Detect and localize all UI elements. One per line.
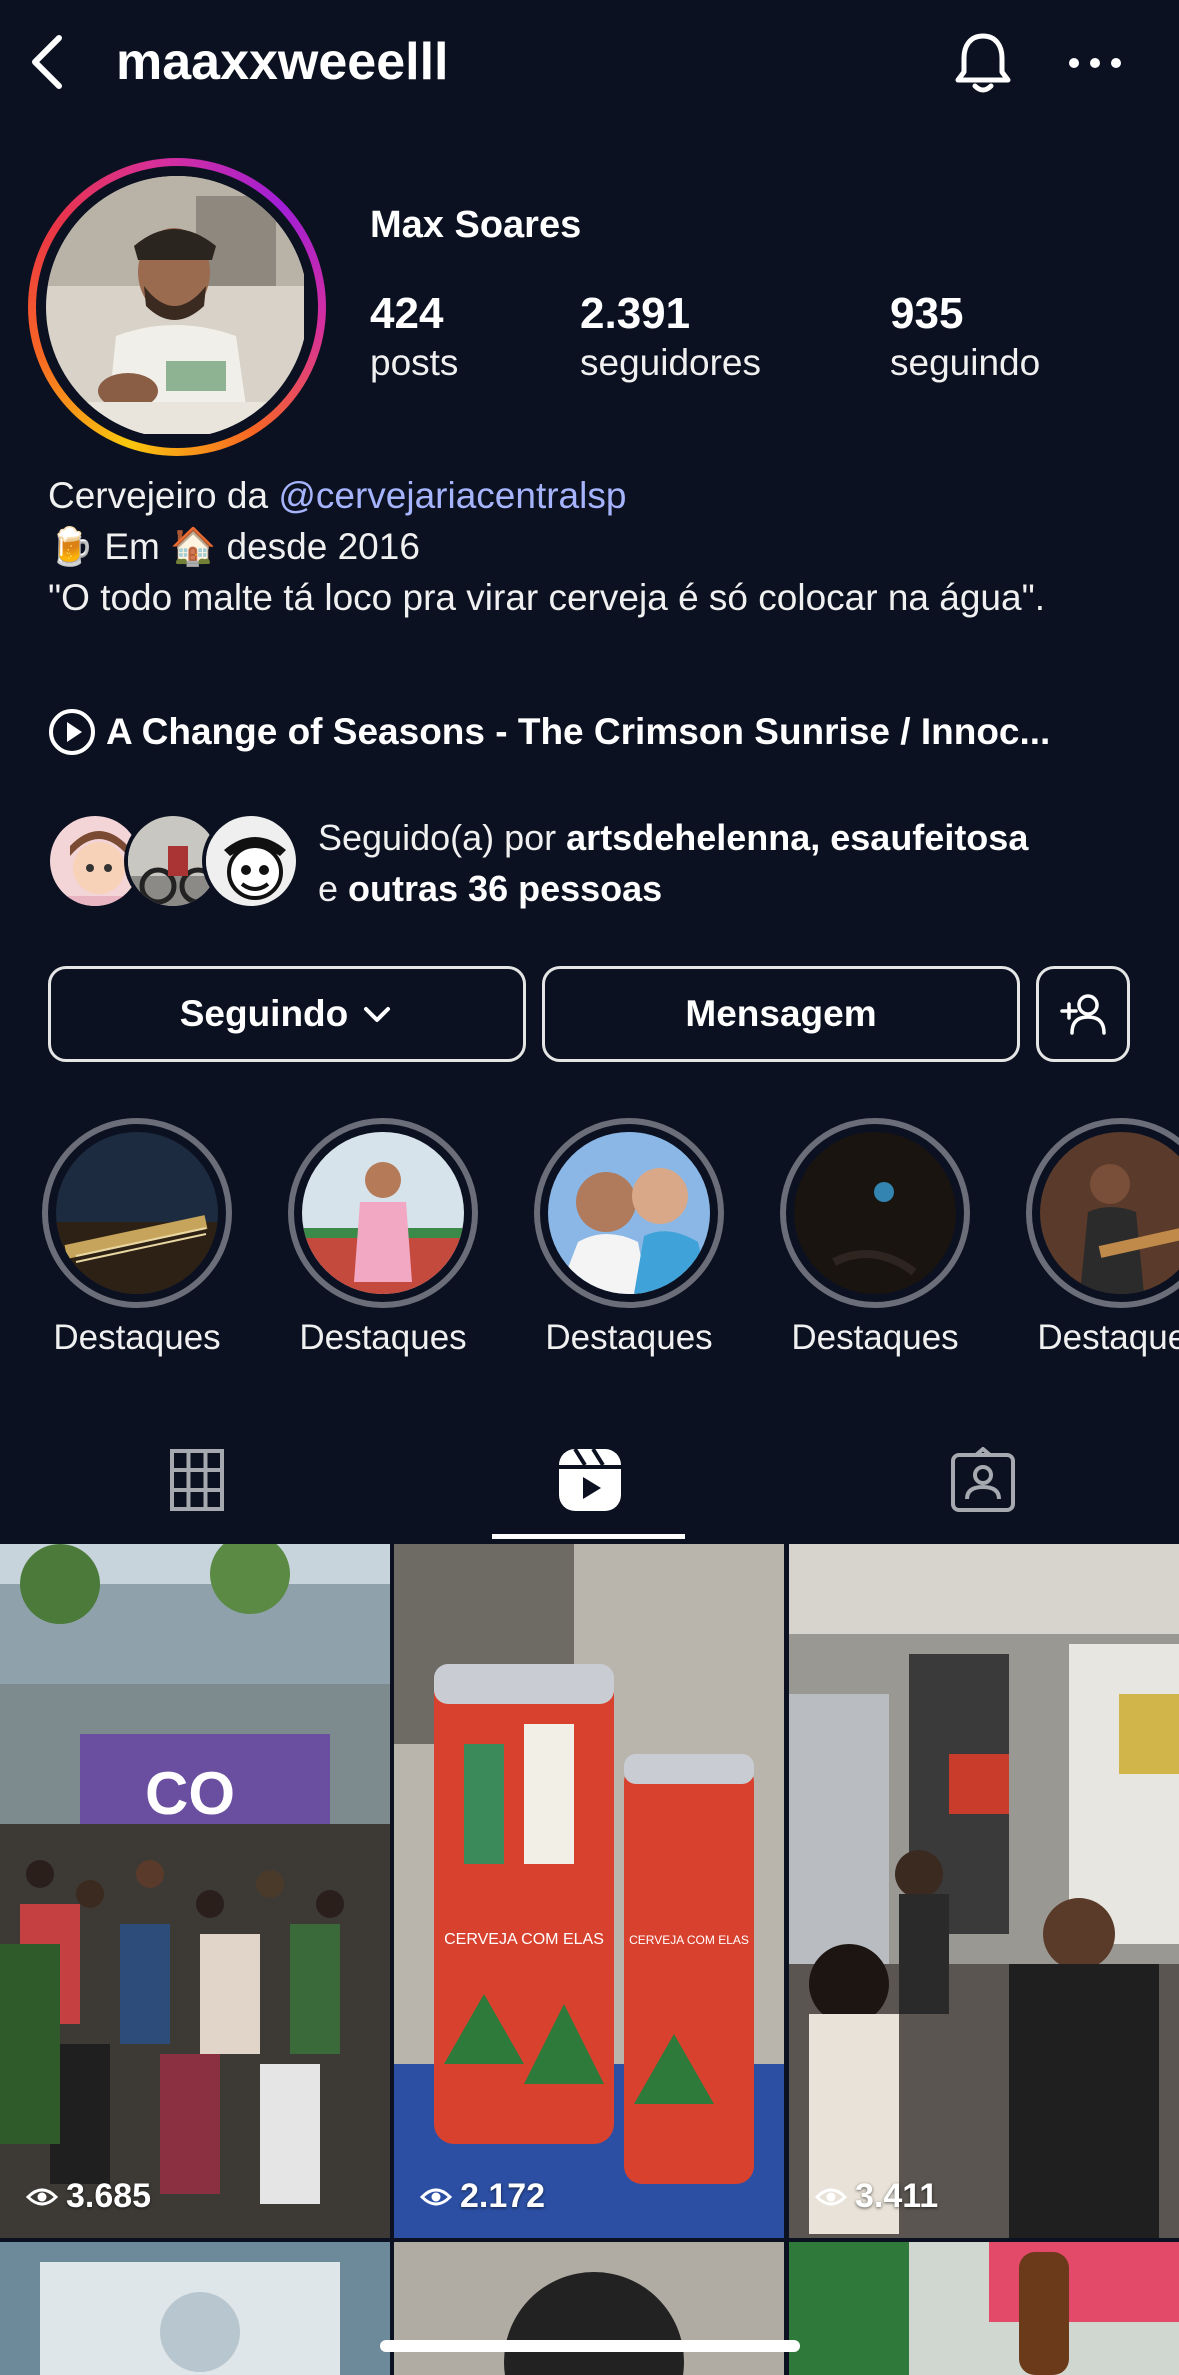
profile-music[interactable]: A Change of Seasons - The Crimson Sunris… (48, 708, 1050, 756)
profile-page: maaxxweeelll Max Soares 424 posts 2.391 … (0, 0, 1179, 2375)
reel-view-count: 2.172 (420, 2177, 545, 2216)
tab-reels[interactable] (393, 1420, 786, 1540)
tab-tagged[interactable] (786, 1420, 1179, 1540)
followed-by-text: Seguido(a) por artsdehelenna, esaufeitos… (318, 812, 1028, 914)
profile-bio: Cervejeiro da @cervejariacentralsp 🍺 Em … (48, 470, 1138, 623)
avatar (46, 176, 308, 438)
reel-view-count: 3.685 (26, 2177, 151, 2216)
bell-icon (955, 33, 1011, 93)
svg-text:CO: CO (145, 1760, 235, 1827)
profile-full-name: Max Soares (370, 204, 582, 246)
reel-thumbnail[interactable] (789, 2242, 1179, 2375)
eye-icon (26, 2188, 58, 2205)
followed-by-names: artsdehelenna, esaufeitosa (566, 817, 1029, 858)
reel-thumbnail[interactable]: 3.411 (789, 1544, 1179, 2238)
message-button-label: Mensagem (685, 993, 877, 1034)
highlight-label: Destaques (1037, 1318, 1179, 1357)
chevron-left-icon (32, 35, 62, 89)
reel-views-value: 3.685 (66, 2177, 152, 2215)
reel-thumbnail[interactable] (394, 2242, 784, 2375)
message-button[interactable]: Mensagem (542, 966, 1020, 1062)
reel-views-value: 3.411 (855, 2177, 939, 2215)
highlight-label: Destaques (53, 1318, 221, 1357)
music-track-title: A Change of Seasons - The Crimson Sunris… (106, 711, 1051, 752)
add-person-icon (1060, 994, 1106, 1035)
reel-thumbnail[interactable]: CO 3.685 (0, 1544, 390, 2238)
grid-icon (169, 1449, 224, 1511)
stat-followers-value: 2.391 (580, 289, 691, 338)
story-highlight[interactable]: Destaques (1026, 1118, 1179, 1357)
bio-text: Em (94, 526, 171, 567)
followed-by-connector: e (318, 868, 349, 909)
more-options-button[interactable] (1060, 28, 1130, 98)
highlight-cover (56, 1132, 218, 1294)
reel-thumbnail[interactable] (0, 2242, 390, 2375)
home-indicator[interactable] (380, 2340, 800, 2352)
highlight-label: Destaques (791, 1318, 959, 1357)
following-button[interactable]: Seguindo (48, 966, 526, 1062)
eye-icon (815, 2188, 847, 2205)
stat-posts-label: posts (370, 342, 459, 383)
story-highlight[interactable]: Destaques (780, 1118, 970, 1357)
stat-posts-value: 424 (370, 289, 444, 338)
bio-mention-link[interactable]: @cervejariacentralsp (278, 475, 626, 516)
house-emoji: 🏠 (170, 526, 217, 567)
stat-followers-label: seguidores (580, 342, 762, 383)
reel-views-value: 2.172 (460, 2177, 546, 2215)
active-tab-indicator (492, 1534, 685, 1539)
header: maaxxweeelll (0, 0, 1179, 130)
svg-text:CERVEJA COM ELAS: CERVEJA COM ELAS (629, 1933, 749, 1947)
highlight-cover (548, 1132, 710, 1294)
ellipsis-icon (1069, 58, 1121, 68)
profile-tabs (0, 1420, 1179, 1540)
followed-by-prefix: Seguido(a) por (318, 817, 567, 858)
highlight-label: Destaques (545, 1318, 713, 1357)
tagged-icon (950, 1447, 1015, 1512)
stat-followers[interactable]: 2.391 seguidores (580, 288, 761, 386)
profile-avatar-story-ring[interactable] (28, 158, 326, 456)
chevron-down-icon (364, 1007, 391, 1022)
bio-text: desde 2016 (216, 526, 420, 567)
bio-quote: "O todo malte tá loco pra virar cerveja … (48, 577, 1045, 618)
reel-thumbnail[interactable]: CERVEJA COM ELAS CERVEJA COM ELAS 2.172 (394, 1544, 784, 2238)
stat-following-label: seguindo (890, 342, 1041, 383)
highlight-cover (1040, 1132, 1179, 1294)
suggested-people-button[interactable] (1036, 966, 1130, 1062)
stat-following[interactable]: 935 seguindo (890, 288, 1040, 386)
reels-grid: CO 3.685 CERVEJA COM ELAS CERVEJA COM EL… (0, 1544, 1179, 2375)
bio-text: Cervejeiro da (48, 475, 279, 516)
reel-view-count: 3.411 (815, 2177, 938, 2216)
play-circle-icon (49, 709, 95, 755)
notifications-button[interactable] (948, 28, 1018, 98)
highlight-label: Destaques (299, 1318, 467, 1357)
stat-posts[interactable]: 424 posts (370, 288, 458, 386)
followed-by-others: outras 36 pessoas (348, 868, 663, 909)
highlight-cover (794, 1132, 956, 1294)
highlight-cover (302, 1132, 464, 1294)
svg-text:CERVEJA COM ELAS: CERVEJA COM ELAS (444, 1931, 604, 1948)
back-button[interactable] (22, 30, 72, 94)
followed-by[interactable]: Seguido(a) por artsdehelenna, esaufeitos… (46, 812, 1156, 912)
reels-icon (558, 1447, 621, 1511)
profile-username: maaxxweeelll (116, 33, 449, 91)
story-highlight[interactable]: Destaques (288, 1118, 478, 1357)
beer-emoji: 🍺 (48, 526, 95, 567)
story-highlight[interactable]: Destaques (42, 1118, 232, 1357)
eye-icon (420, 2188, 452, 2205)
stat-following-value: 935 (890, 289, 964, 338)
following-button-label: Seguindo (179, 993, 349, 1034)
follower-avatar (202, 812, 300, 910)
tab-grid[interactable] (0, 1420, 393, 1540)
story-highlight[interactable]: Destaques (534, 1118, 724, 1357)
